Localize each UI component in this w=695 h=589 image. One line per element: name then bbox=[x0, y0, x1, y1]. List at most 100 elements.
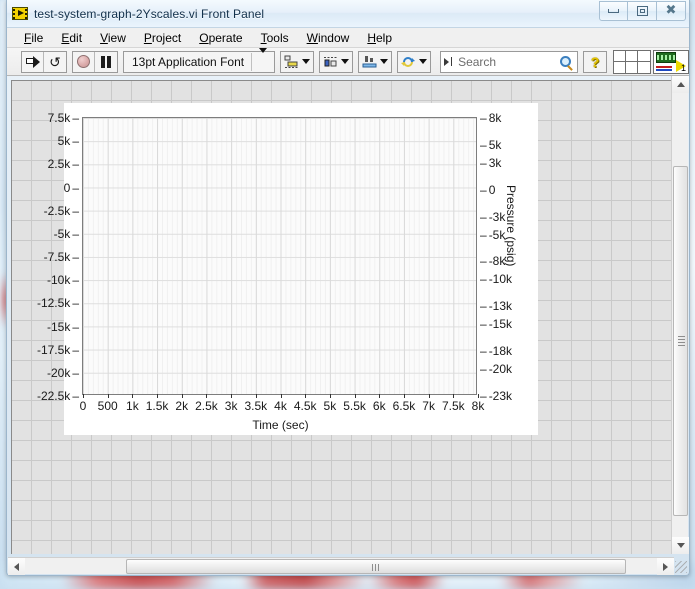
search-placeholder: Search bbox=[458, 55, 560, 69]
y-axis-right-tick: -23k bbox=[480, 390, 512, 402]
plot-area[interactable]: 7.5k5k2.5k0-2.5k-5k-7.5k-10k-12.5k-15k-1… bbox=[82, 117, 477, 395]
minimize-icon bbox=[608, 9, 619, 13]
x-axis-tick-mark bbox=[330, 394, 331, 398]
x-axis-tick-mark bbox=[157, 394, 158, 398]
maximize-button[interactable] bbox=[628, 1, 657, 21]
x-axis-tick-mark bbox=[182, 394, 183, 398]
align-objects-button[interactable] bbox=[280, 51, 314, 73]
distribute-objects-button[interactable] bbox=[319, 51, 353, 73]
menu-item-file[interactable]: File bbox=[15, 29, 52, 47]
minimize-button[interactable] bbox=[599, 1, 628, 21]
y-axis-right-tick: -18k bbox=[480, 345, 512, 357]
search-caret bbox=[451, 57, 452, 66]
x-axis-tick-mark bbox=[453, 394, 454, 398]
scroll-right-button[interactable] bbox=[657, 558, 674, 575]
toolbar: ↺ 13pt Application Font bbox=[7, 48, 689, 76]
title-bar[interactable]: test-system-graph-2Yscales.vi Front Pane… bbox=[7, 0, 689, 28]
y-axis-left-tick: -22.5k bbox=[37, 390, 79, 402]
menu-item-tools[interactable]: Tools bbox=[252, 29, 298, 47]
x-axis-tick-mark bbox=[355, 394, 356, 398]
y-axis-right-tick: -20k bbox=[480, 363, 512, 375]
x-axis-ticks[interactable]: 05001k1.5k2k2.5k3k3.5k4k4.5k5k5.5k6k6.5k… bbox=[83, 399, 478, 415]
x-axis-tick-mark bbox=[281, 394, 282, 398]
y-axis-left-tick: -5k bbox=[54, 228, 79, 240]
y-axis-right-tick: 3k bbox=[480, 157, 501, 169]
menu-bar: File Edit View Project Operate Tools Win… bbox=[7, 28, 689, 48]
y-axis-left-tick: -10k bbox=[47, 274, 79, 286]
menu-item-view[interactable]: View bbox=[91, 29, 135, 47]
window-arrange-button[interactable] bbox=[613, 50, 651, 74]
abort-execution-button[interactable] bbox=[73, 52, 95, 72]
y-axis-left-tick: -15k bbox=[47, 321, 79, 333]
chevron-down-icon bbox=[302, 59, 310, 64]
horizontal-scrollbar-thumb[interactable] bbox=[126, 559, 626, 574]
vi-connector-pane-button[interactable]: 1 bbox=[653, 50, 689, 74]
y-axis-left-tick: 2.5k bbox=[48, 158, 79, 170]
x-axis-tick: 500 bbox=[98, 399, 118, 413]
window-title: test-system-graph-2Yscales.vi Front Pane… bbox=[34, 7, 264, 21]
run-controls-group: ↺ bbox=[21, 51, 67, 73]
context-help-button[interactable]: ? bbox=[583, 51, 607, 73]
scroll-up-button[interactable] bbox=[672, 76, 689, 93]
window-controls: ✖ bbox=[599, 1, 686, 21]
font-selector-dropdown[interactable] bbox=[252, 53, 274, 71]
x-axis-tick: 0 bbox=[80, 399, 87, 413]
x-axis-tick: 2.5k bbox=[195, 399, 218, 413]
resize-objects-button[interactable] bbox=[358, 51, 392, 73]
x-axis-tick: 7.5k bbox=[442, 399, 465, 413]
vertical-scrollbar[interactable] bbox=[671, 76, 688, 554]
y-axis-left-tick: 0 bbox=[64, 182, 79, 194]
scrollbar-grip-icon bbox=[372, 564, 381, 571]
chevron-down-icon bbox=[419, 59, 427, 64]
menu-item-project[interactable]: Project bbox=[135, 29, 190, 47]
align-objects-icon bbox=[284, 55, 299, 69]
x-axis-tick-mark bbox=[231, 394, 232, 398]
font-selector[interactable]: 13pt Application Font bbox=[123, 51, 275, 73]
x-axis-tick-mark bbox=[206, 394, 207, 398]
menu-item-help[interactable]: Help bbox=[358, 29, 401, 47]
front-panel-canvas[interactable]: # of counts Pressure (psig) 7.5k5k2.5k0-… bbox=[11, 80, 687, 554]
x-axis-tick: 5.5k bbox=[343, 399, 366, 413]
x-axis-tick: 4k bbox=[274, 399, 287, 413]
labview-front-panel-window: test-system-graph-2Yscales.vi Front Pane… bbox=[6, 0, 690, 576]
chevron-down-icon bbox=[259, 48, 267, 70]
run-button[interactable] bbox=[22, 52, 44, 72]
y-axis-right-ticks[interactable]: 8k5k3k0-3k-5k-8k-10k-13k-15k-18k-20k-23k bbox=[480, 118, 540, 396]
scroll-down-button[interactable] bbox=[672, 537, 689, 554]
vi-icon-number: 1 bbox=[681, 64, 686, 73]
reorder-button[interactable] bbox=[397, 51, 431, 73]
vi-icon-wire-red bbox=[656, 66, 672, 68]
scroll-down-arrow-icon bbox=[677, 543, 685, 548]
close-button[interactable]: ✖ bbox=[657, 1, 686, 21]
search-icon[interactable] bbox=[560, 56, 571, 67]
scroll-up-arrow-icon bbox=[677, 82, 685, 87]
window-resize-grip[interactable] bbox=[675, 561, 687, 573]
menu-item-window[interactable]: Window bbox=[298, 29, 359, 47]
horizontal-scrollbar[interactable] bbox=[8, 557, 674, 574]
y-axis-left-tick: -17.5k bbox=[37, 344, 79, 356]
pause-icon bbox=[101, 56, 111, 68]
x-axis-tick: 3.5k bbox=[244, 399, 267, 413]
x-axis-tick-mark bbox=[132, 394, 133, 398]
vertical-scrollbar-thumb[interactable] bbox=[673, 166, 688, 516]
y-axis-left-ticks[interactable]: 7.5k5k2.5k0-2.5k-5k-7.5k-10k-12.5k-15k-1… bbox=[11, 118, 79, 396]
run-continuously-button[interactable]: ↺ bbox=[44, 52, 66, 72]
search-input[interactable]: Search bbox=[440, 51, 578, 73]
abort-execution-icon bbox=[77, 55, 90, 68]
close-icon: ✖ bbox=[666, 6, 677, 16]
menu-item-operate[interactable]: Operate bbox=[190, 29, 251, 47]
y-axis-right-tick: -8k bbox=[480, 255, 505, 267]
y-axis-left-tick: -7.5k bbox=[44, 251, 79, 263]
y-axis-right-tick: -15k bbox=[480, 318, 512, 330]
scroll-left-button[interactable] bbox=[8, 558, 25, 575]
x-axis-tick: 2k bbox=[175, 399, 188, 413]
y-axis-left-tick: -2.5k bbox=[44, 205, 79, 217]
context-help-icon: ? bbox=[591, 54, 600, 70]
x-axis-tick: 8k bbox=[472, 399, 485, 413]
vi-icon-waveform bbox=[657, 55, 675, 60]
run-continuously-icon: ↺ bbox=[49, 55, 61, 69]
waveform-graph-control[interactable]: # of counts Pressure (psig) 7.5k5k2.5k0-… bbox=[64, 103, 538, 435]
pause-button[interactable] bbox=[95, 52, 117, 72]
front-panel-canvas-wrapper: # of counts Pressure (psig) 7.5k5k2.5k0-… bbox=[7, 76, 691, 554]
menu-item-edit[interactable]: Edit bbox=[52, 29, 91, 47]
